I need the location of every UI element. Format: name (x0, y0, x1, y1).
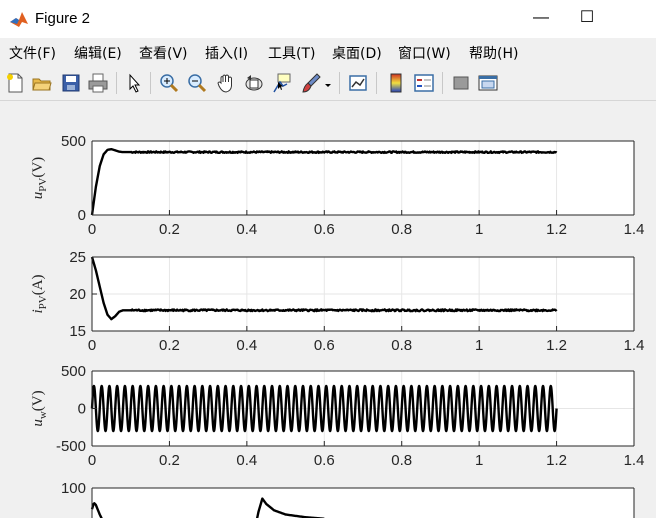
y-tick-label: 20 (69, 286, 86, 303)
x-tick-label: 0 (88, 452, 96, 469)
figure-window: Figure 2 — ☐ 文件(F) 编辑(E) 查看(V) 插入(I) 工具(… (0, 0, 656, 518)
matlab-logo-icon (9, 9, 29, 29)
menu-tools[interactable]: 工具(T) (268, 43, 315, 63)
y-tick-label: 100 (61, 480, 86, 497)
y-tick-label: 0 (78, 401, 86, 418)
y-axis-label: iPV(A) (30, 274, 49, 313)
x-tick-label: 1.2 (546, 337, 567, 354)
y-axis-label: uw(V) (30, 390, 49, 426)
menu-edit[interactable]: 编辑(E) (74, 43, 122, 63)
x-tick-label: 0.2 (159, 337, 180, 354)
brush-dropdown-icon[interactable] (323, 73, 333, 93)
legend-icon[interactable] (414, 73, 434, 93)
axes-1: 0 0.2 0.4 0.6 0.8 1 1.2 1.4 0 500 uPV(V) (30, 133, 644, 238)
menu-desktop[interactable]: 桌面(D) (332, 43, 382, 63)
series-line (90, 384, 558, 433)
new-figure-icon[interactable] (5, 73, 25, 93)
x-tick-label: 0.4 (236, 452, 257, 469)
menu-view[interactable]: 查看(V) (139, 43, 188, 63)
toolbar-separator (116, 72, 117, 94)
x-tick-label: 1.2 (546, 221, 567, 238)
x-tick-label: 0.2 (159, 221, 180, 238)
x-tick-label: 0 (88, 221, 96, 238)
x-tick-label: 0.8 (391, 337, 412, 354)
y-tick-label: 500 (61, 363, 86, 380)
maximize-icon: ☐ (579, 9, 595, 26)
zoom-in-icon[interactable] (159, 73, 179, 93)
axes-background (92, 488, 634, 518)
axes-4: 100 (61, 480, 635, 518)
menu-help[interactable]: 帮助(H) (469, 43, 518, 63)
axes-3: 0 0.2 0.4 0.6 0.8 1 1.2 1.4-5000500uw(V) (30, 363, 644, 469)
y-label-subscript: PV (37, 295, 49, 309)
x-tick-label: 1 (475, 221, 483, 238)
figure-toolbar (0, 67, 656, 101)
x-tick-label: 1.4 (624, 452, 645, 469)
y-tick-label: 25 (69, 249, 86, 266)
colorbar-icon[interactable] (386, 73, 406, 93)
y-axis-label: uPV(V) (30, 157, 49, 199)
menu-insert[interactable]: 插入(I) (205, 43, 248, 63)
zoom-out-icon[interactable] (187, 73, 207, 93)
figure-canvas[interactable]: 0 0.2 0.4 0.6 0.8 1 1.2 1.40500uPV(V)0 0.2 0.4 0.6… (0, 101, 656, 518)
x-tick-label: 0 (88, 337, 96, 354)
y-label-symbol: u (30, 192, 46, 200)
brush-icon[interactable] (301, 73, 321, 93)
open-file-icon[interactable] (32, 73, 52, 93)
y-tick-label: 0 (78, 207, 86, 224)
y-tick-label: 500 (61, 133, 86, 150)
y-label-unit: (V) (30, 157, 46, 178)
x-tick-label: 0.6 (314, 221, 335, 238)
y-label-subscript: w (37, 411, 49, 419)
title-bar[interactable]: Figure 2 — ☐ (0, 0, 656, 38)
pan-hand-icon[interactable] (216, 73, 236, 93)
x-tick-label: 0.8 (391, 452, 412, 469)
link-plot-icon[interactable] (348, 73, 368, 93)
x-tick-label: 0.8 (391, 221, 412, 238)
print-icon[interactable] (88, 73, 108, 93)
y-label-subscript: PV (37, 178, 49, 192)
x-tick-label: 0.6 (314, 452, 335, 469)
x-tick-label: 1.4 (624, 221, 645, 238)
menu-bar: 文件(F) 编辑(E) 查看(V) 插入(I) 工具(T) 桌面(D) 窗口(W… (0, 38, 656, 66)
axes-2: 0 0.2 0.4 0.6 0.8 1 1.2 1.4 15 20 25 iPV(A) (30, 249, 644, 354)
y-tick-label: -500 (56, 438, 86, 455)
menu-window[interactable]: 窗口(W) (398, 43, 451, 63)
show-plot-tools-icon[interactable] (478, 73, 498, 93)
save-icon[interactable] (61, 73, 81, 93)
pointer-icon[interactable] (125, 73, 145, 93)
toolbar-separator (150, 72, 151, 94)
hide-plot-tools-icon[interactable] (451, 73, 471, 93)
rotate-3d-icon[interactable] (244, 73, 264, 93)
x-tick-label: 0.2 (159, 452, 180, 469)
x-tick-label: 1 (475, 337, 483, 354)
x-tick-label: 0.6 (314, 337, 335, 354)
x-tick-label: 1.4 (624, 337, 645, 354)
menu-file[interactable]: 文件(F) (9, 43, 56, 63)
minimize-button[interactable]: — (518, 0, 564, 38)
y-label-symbol: u (30, 419, 46, 427)
maximize-button[interactable]: ☐ (564, 0, 610, 38)
x-tick-label: 0.4 (236, 221, 257, 238)
toolbar-separator (339, 72, 340, 94)
x-tick-label: 1.2 (546, 452, 567, 469)
x-tick-label: 0.4 (236, 337, 257, 354)
window-title: Figure 2 (35, 10, 91, 27)
x-tick-label: 1 (475, 452, 483, 469)
y-tick-label: 15 (69, 323, 86, 340)
data-cursor-icon[interactable] (272, 73, 292, 93)
minimize-icon: — (533, 9, 549, 26)
toolbar-separator (376, 72, 377, 94)
toolbar-separator (442, 72, 443, 94)
y-label-unit: (A) (30, 274, 46, 295)
y-label-unit: (V) (30, 390, 46, 411)
